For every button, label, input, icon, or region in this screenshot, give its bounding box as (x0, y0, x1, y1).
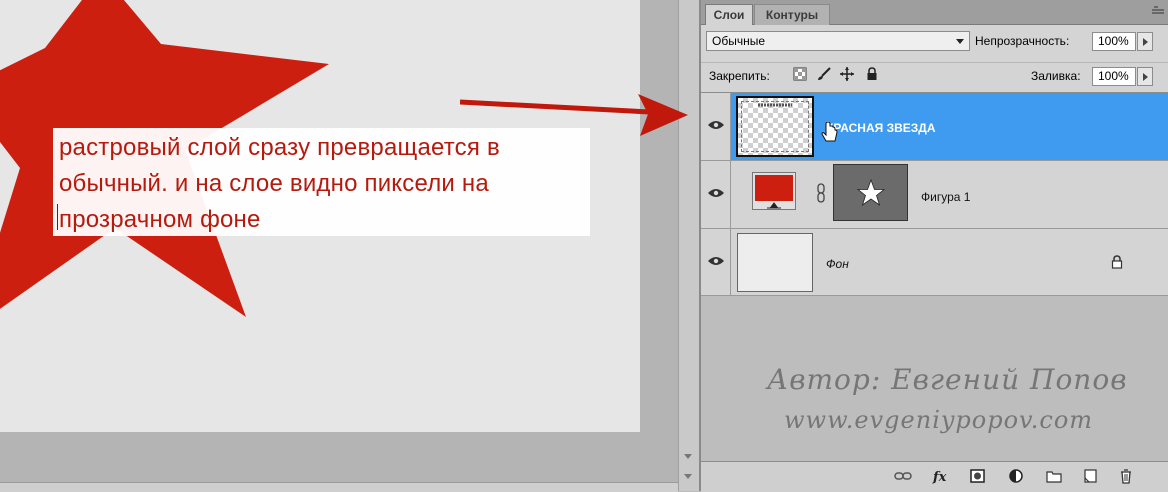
link-layers-icon[interactable] (894, 468, 912, 484)
visibility-toggle[interactable] (701, 161, 731, 228)
blend-mode-value: Обычные (712, 34, 766, 48)
chevron-down-icon (956, 39, 964, 44)
document-canvas[interactable]: растровый слой сразу превращается в обыч… (0, 0, 640, 432)
new-group-icon[interactable] (1045, 468, 1063, 484)
star-icon (857, 179, 885, 207)
lock-pixels-brush-icon[interactable] (817, 67, 831, 81)
eye-icon (708, 121, 724, 129)
vector-mask-thumbnail[interactable] (833, 164, 908, 221)
opacity-slider-button[interactable] (1137, 32, 1153, 51)
lock-icon (1111, 255, 1123, 269)
link-chain-icon[interactable] (816, 183, 826, 203)
watermark-url: www.evgeniypopov.com (784, 406, 1094, 434)
layer-row-shape-1[interactable]: Фигура 1 (701, 161, 1168, 229)
eye-icon (708, 257, 724, 265)
eye-icon (708, 189, 724, 197)
scroll-down-arrow-icon[interactable] (684, 474, 692, 479)
add-mask-icon[interactable] (969, 468, 987, 484)
opacity-label: Непрозрачность: (975, 34, 1070, 48)
thumbnail-border (741, 101, 809, 152)
trash-icon[interactable] (1117, 468, 1135, 484)
lock-label: Закрепить: (709, 69, 770, 83)
fill-input[interactable]: 100% (1092, 67, 1136, 86)
text-cursor (57, 204, 58, 230)
layer-thumbnail (737, 233, 813, 292)
lock-position-move-icon[interactable] (840, 67, 854, 81)
panel-tabbar: Слои Контуры (701, 0, 1168, 25)
caption-line: растровый слой сразу превращается в (59, 134, 500, 161)
adjustment-layer-icon[interactable] (1007, 468, 1025, 484)
layer-thumbnail (736, 96, 814, 157)
blend-mode-select[interactable]: Обычные (706, 31, 970, 51)
visibility-toggle[interactable] (701, 229, 731, 295)
layer-row-background[interactable]: Фон (701, 229, 1168, 296)
opacity-input[interactable]: 100% (1092, 32, 1136, 51)
tab-paths[interactable]: Контуры (754, 4, 830, 25)
svg-text:fx: fx (932, 470, 947, 484)
scroll-down-arrow-icon[interactable] (684, 454, 692, 459)
visibility-toggle[interactable] (701, 93, 731, 160)
shape-fill-thumbnail[interactable] (752, 172, 796, 210)
fill-color-swatch (755, 175, 793, 201)
caption-line: прозрачном фоне (59, 206, 261, 233)
hand-cursor-icon (821, 122, 838, 142)
lock-transparency-icon[interactable] (793, 67, 807, 81)
caption-line: обычный. и на слое видно пиксели на (59, 170, 489, 197)
fill-label: Заливка: (1031, 69, 1081, 83)
watermark-author: Автор: Евгений Попов (767, 363, 1128, 396)
layer-name[interactable]: Фигура 1 (921, 190, 970, 204)
tab-layers[interactable]: Слои (705, 4, 753, 25)
canvas-area[interactable]: растровый слой сразу превращается в обыч… (0, 0, 678, 492)
fill-slider-button[interactable] (1137, 67, 1153, 86)
annotation-arrow-icon (460, 94, 688, 136)
vertical-scrollbar[interactable] (678, 0, 699, 491)
layer-row-red-star[interactable]: КРАСНАЯ ЗВЕЗДА (701, 93, 1168, 161)
panel-menu-icon[interactable] (1152, 6, 1164, 19)
layer-name[interactable]: КРАСНАЯ ЗВЕЗДА (826, 121, 936, 135)
layers-panel: Слои Контуры Обычные Непрозрачность: 100… (699, 0, 1168, 492)
panel-bottom-toolbar: fx (701, 461, 1168, 492)
layer-name[interactable]: Фон (826, 257, 849, 271)
thumbnail-pixels (758, 103, 792, 107)
new-layer-icon[interactable] (1081, 468, 1099, 484)
fx-icon[interactable]: fx (932, 468, 950, 484)
fill-adjustment-icon (767, 202, 781, 209)
lock-all-icon[interactable] (865, 67, 879, 81)
divider (701, 62, 1168, 63)
